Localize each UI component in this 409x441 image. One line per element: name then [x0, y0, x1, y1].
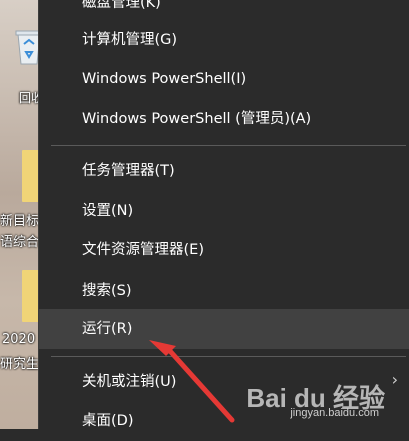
desktop-background: 回收 新目标 语综合 2020 研究生	[0, 0, 42, 429]
menu-item-settings[interactable]: 设置(N)	[39, 191, 409, 231]
desktop-file-label: 语综合	[0, 235, 40, 250]
menu-item-file-explorer[interactable]: 文件资源管理器(E)	[39, 230, 409, 270]
menu-item-run[interactable]: 运行(R)	[39, 309, 409, 349]
chevron-right-icon: ›	[391, 370, 398, 389]
menu-item-search[interactable]: 搜索(S)	[39, 271, 409, 311]
menu-item-powershell-admin[interactable]: Windows PowerShell (管理员)(A)	[39, 99, 409, 139]
winx-context-menu: 磁盘管理(K) 计算机管理(G) Windows PowerShell(I) W…	[38, 0, 409, 429]
menu-separator	[51, 356, 406, 357]
menu-item-computer-management[interactable]: 计算机管理(G)	[39, 20, 409, 60]
desktop-file-label: 研究生	[0, 357, 40, 372]
desktop-file-label: 2020	[2, 332, 36, 347]
menu-item-powershell[interactable]: Windows PowerShell(I)	[39, 59, 409, 99]
watermark-url: jingyan.baidu.com	[290, 407, 379, 419]
desktop-file-label: 新目标	[0, 214, 40, 229]
menu-item-task-manager[interactable]: 任务管理器(T)	[39, 151, 409, 191]
menu-separator	[51, 145, 406, 146]
